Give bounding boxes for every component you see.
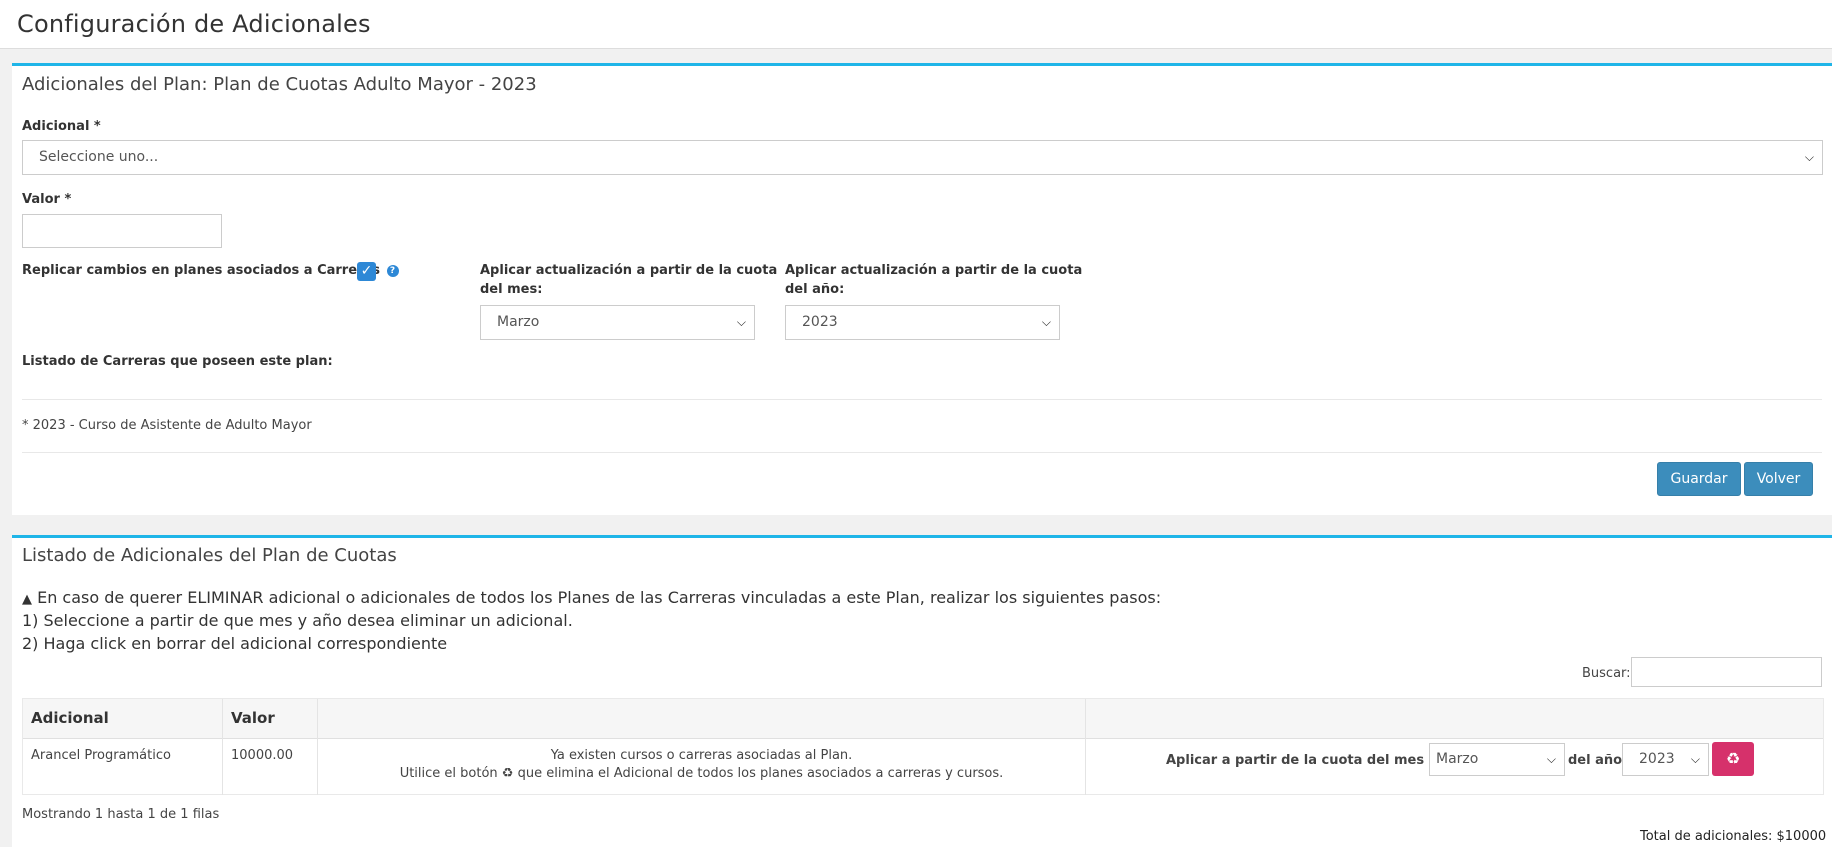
anio-label-line1: Aplicar actualización a partir de la cuo… xyxy=(785,263,1083,278)
cell-note-2: Utilice el botón ♻ que elimina el Adicio… xyxy=(318,766,1085,781)
list-title: Listado de Adicionales del Plan de Cuota… xyxy=(22,545,397,566)
replicar-label: Replicar cambios en planes asociados a C… xyxy=(22,263,380,278)
mes-label-line2: del mes: xyxy=(480,282,543,297)
row-mes-select[interactable]: Marzo ⌵ xyxy=(1429,743,1565,776)
cell-adicional: Arancel Programático xyxy=(31,748,171,763)
carrera-item: * 2023 - Curso de Asistente de Adulto Ma… xyxy=(22,418,312,433)
mes-label-line1: Aplicar actualización a partir de la cuo… xyxy=(480,263,778,278)
valor-input[interactable] xyxy=(22,214,222,248)
recycle-icon: ♻ xyxy=(501,766,514,781)
cell-note-1: Ya existen cursos o carreras asociadas a… xyxy=(550,748,853,763)
pagination-info: Mostrando 1 hasta 1 de 1 filas xyxy=(22,807,220,822)
page-title: Configuración de Adicionales xyxy=(17,10,371,38)
replicar-label-wrap: Replicar cambios en planes asociados a C… xyxy=(22,261,399,280)
chevron-down-icon: ⌵ xyxy=(1804,150,1814,164)
warning-text: En caso de querer ELIMINAR adicional o a… xyxy=(37,588,1162,607)
adicionales-table: Adicional Valor Arancel Programático 100… xyxy=(22,698,1824,795)
form-title: Adicionales del Plan: Plan de Cuotas Adu… xyxy=(22,74,537,95)
column-divider xyxy=(222,699,223,795)
divider xyxy=(22,399,1822,400)
anio-select-value: 2023 xyxy=(802,314,838,330)
total-adicionales: Total de adicionales: $10000 xyxy=(1640,829,1827,844)
chevron-down-icon: ⌵ xyxy=(1690,752,1700,766)
cell-valor: 10000.00 xyxy=(231,748,294,763)
valor-label: Valor * xyxy=(22,192,72,207)
chevron-down-icon: ⌵ xyxy=(1041,315,1051,329)
note-text-pre: Utilice el botón xyxy=(399,766,498,781)
anio-label: Aplicar actualización a partir de la cuo… xyxy=(785,261,1082,299)
warning-line: ▲ En caso de querer ELIMINAR adicional o… xyxy=(22,588,1161,607)
row-anio-select[interactable]: 2023 ⌵ xyxy=(1622,743,1709,776)
step-1: 1) Seleccione a partir de que mes y año … xyxy=(22,611,573,630)
note-text-post: que elimina el Adicional de todos los pl… xyxy=(517,766,1004,781)
mes-select-value: Marzo xyxy=(497,314,540,330)
step-2: 2) Haga click en borrar del adicional co… xyxy=(22,634,448,653)
mes-select[interactable]: Marzo ⌵ xyxy=(480,305,755,340)
row-anio-value: 2023 xyxy=(1639,751,1675,767)
adicional-select-value: Seleccione uno... xyxy=(39,149,159,165)
list-panel: Listado de Adicionales del Plan de Cuota… xyxy=(12,535,1832,847)
row-mes-value: Marzo xyxy=(1436,751,1479,767)
carreras-label: Listado de Carreras que poseen este plan… xyxy=(22,354,333,369)
volver-button[interactable]: Volver xyxy=(1744,462,1813,496)
divider xyxy=(22,452,1822,453)
column-divider xyxy=(1085,699,1086,795)
replicar-checkbox[interactable]: ✓ xyxy=(357,262,376,281)
anio-select[interactable]: 2023 ⌵ xyxy=(785,305,1060,340)
adicional-label: Adicional * xyxy=(22,119,101,134)
guardar-button[interactable]: Guardar xyxy=(1657,462,1741,496)
page-header: Configuración de Adicionales xyxy=(0,0,1832,49)
apply-label: Aplicar a partir de la cuota del mes de xyxy=(1166,753,1447,768)
adicional-select[interactable]: Seleccione uno... ⌵ xyxy=(22,140,1823,175)
search-input[interactable] xyxy=(1631,657,1822,687)
chevron-down-icon: ⌵ xyxy=(736,315,746,329)
search-label: Buscar: xyxy=(1582,666,1631,681)
form-panel: Adicionales del Plan: Plan de Cuotas Adu… xyxy=(12,63,1832,515)
mes-label: Aplicar actualización a partir de la cuo… xyxy=(480,261,777,299)
chevron-down-icon: ⌵ xyxy=(1546,752,1556,766)
warning-icon: ▲ xyxy=(22,592,32,607)
column-header-valor[interactable]: Valor xyxy=(231,709,275,727)
table-header: Adicional Valor xyxy=(23,699,1823,739)
anio-label-line2: del año: xyxy=(785,282,845,297)
column-header-adicional[interactable]: Adicional xyxy=(31,709,109,727)
row-anio-label: del año: xyxy=(1568,753,1628,768)
help-icon[interactable]: ? xyxy=(386,265,399,277)
delete-button[interactable]: ♻ xyxy=(1712,742,1754,776)
